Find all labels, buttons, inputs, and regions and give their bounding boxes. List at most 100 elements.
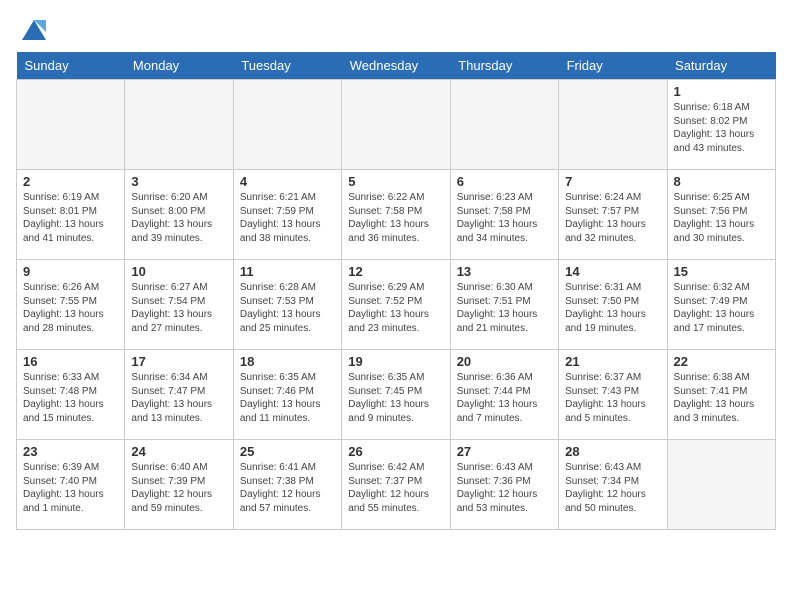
day-info: Sunrise: 6:28 AM Sunset: 7:53 PM Dayligh… xyxy=(240,281,335,335)
day-info: Sunrise: 6:39 AM Sunset: 7:40 PM Dayligh… xyxy=(23,461,118,515)
page-header xyxy=(16,16,776,44)
logo-icon xyxy=(18,16,50,44)
calendar-cell: 2 Sunrise: 6:19 AM Sunset: 8:01 PM Daylig… xyxy=(17,170,125,260)
day-number: 9 xyxy=(23,264,118,279)
day-info: Sunrise: 6:43 AM Sunset: 7:36 PM Dayligh… xyxy=(457,461,552,515)
calendar-cell: 18 Sunrise: 6:35 AM Sunset: 7:46 PM Dayli… xyxy=(233,350,341,440)
calendar-cell: 10Sunrise: 6:27 AM Sunset: 7:54 PM Dayli… xyxy=(125,260,233,350)
calendar-week-3: 9Sunrise: 6:26 AM Sunset: 7:55 PM Daylig… xyxy=(17,260,776,350)
calendar-cell: 6Sunrise: 6:23 AM Sunset: 7:58 PM Daylig… xyxy=(450,170,558,260)
day-info: Sunrise: 6:35 AM Sunset: 7:46 PM Dayligh… xyxy=(240,371,335,425)
day-info: Sunrise: 6:35 AM Sunset: 7:45 PM Dayligh… xyxy=(348,371,443,425)
day-info: Sunrise: 6:42 AM Sunset: 7:37 PM Dayligh… xyxy=(348,461,443,515)
day-number: 1 xyxy=(674,84,769,99)
calendar-cell: 19 Sunrise: 6:35 AM Sunset: 7:45 PM Dayli… xyxy=(342,350,450,440)
column-header-sunday: Sunday xyxy=(17,52,125,80)
calendar-week-4: 16 Sunrise: 6:33 AM Sunset: 7:48 PM Dayli… xyxy=(17,350,776,440)
calendar-cell: 7 Sunrise: 6:24 AM Sunset: 7:57 PM Daylig… xyxy=(559,170,667,260)
day-number: 4 xyxy=(240,174,335,189)
day-number: 2 xyxy=(23,174,118,189)
day-number: 24 xyxy=(131,444,226,459)
calendar-cell xyxy=(233,80,341,170)
calendar-cell: 3Sunrise: 6:20 AM Sunset: 8:00 PM Daylig… xyxy=(125,170,233,260)
day-info: Sunrise: 6:29 AM Sunset: 7:52 PM Dayligh… xyxy=(348,281,443,335)
day-number: 15 xyxy=(674,264,769,279)
day-number: 28 xyxy=(565,444,660,459)
calendar-cell: 28 Sunrise: 6:43 AM Sunset: 7:34 PM Dayli… xyxy=(559,440,667,530)
day-number: 18 xyxy=(240,354,335,369)
calendar-body: 1 Sunrise: 6:18 AM Sunset: 8:02 PM Daylig… xyxy=(17,80,776,530)
day-number: 20 xyxy=(457,354,552,369)
day-info: Sunrise: 6:31 AM Sunset: 7:50 PM Dayligh… xyxy=(565,281,660,335)
day-number: 5 xyxy=(348,174,443,189)
logo xyxy=(16,16,50,44)
calendar-cell xyxy=(17,80,125,170)
day-number: 7 xyxy=(565,174,660,189)
day-info: Sunrise: 6:40 AM Sunset: 7:39 PM Dayligh… xyxy=(131,461,226,515)
calendar-cell: 9Sunrise: 6:26 AM Sunset: 7:55 PM Daylig… xyxy=(17,260,125,350)
day-info: Sunrise: 6:23 AM Sunset: 7:58 PM Dayligh… xyxy=(457,191,552,245)
day-number: 27 xyxy=(457,444,552,459)
day-info: Sunrise: 6:27 AM Sunset: 7:54 PM Dayligh… xyxy=(131,281,226,335)
day-info: Sunrise: 6:18 AM Sunset: 8:02 PM Dayligh… xyxy=(674,101,769,155)
day-number: 8 xyxy=(674,174,769,189)
day-number: 17 xyxy=(131,354,226,369)
calendar-cell: 27 Sunrise: 6:43 AM Sunset: 7:36 PM Dayli… xyxy=(450,440,558,530)
calendar-cell: 1 Sunrise: 6:18 AM Sunset: 8:02 PM Daylig… xyxy=(667,80,775,170)
day-number: 11 xyxy=(240,264,335,279)
calendar-cell: 12Sunrise: 6:29 AM Sunset: 7:52 PM Dayli… xyxy=(342,260,450,350)
calendar-cell: 8 Sunrise: 6:25 AM Sunset: 7:56 PM Daylig… xyxy=(667,170,775,260)
day-info: Sunrise: 6:32 AM Sunset: 7:49 PM Dayligh… xyxy=(674,281,769,335)
column-header-monday: Monday xyxy=(125,52,233,80)
calendar-cell: 15 Sunrise: 6:32 AM Sunset: 7:49 PM Dayli… xyxy=(667,260,775,350)
day-number: 19 xyxy=(348,354,443,369)
column-header-wednesday: Wednesday xyxy=(342,52,450,80)
day-info: Sunrise: 6:37 AM Sunset: 7:43 PM Dayligh… xyxy=(565,371,660,425)
day-info: Sunrise: 6:33 AM Sunset: 7:48 PM Dayligh… xyxy=(23,371,118,425)
calendar-cell: 26 Sunrise: 6:42 AM Sunset: 7:37 PM Dayli… xyxy=(342,440,450,530)
day-info: Sunrise: 6:41 AM Sunset: 7:38 PM Dayligh… xyxy=(240,461,335,515)
day-number: 14 xyxy=(565,264,660,279)
day-number: 23 xyxy=(23,444,118,459)
calendar-cell: 24 Sunrise: 6:40 AM Sunset: 7:39 PM Dayli… xyxy=(125,440,233,530)
column-header-saturday: Saturday xyxy=(667,52,775,80)
day-info: Sunrise: 6:43 AM Sunset: 7:34 PM Dayligh… xyxy=(565,461,660,515)
day-info: Sunrise: 6:36 AM Sunset: 7:44 PM Dayligh… xyxy=(457,371,552,425)
day-number: 16 xyxy=(23,354,118,369)
day-info: Sunrise: 6:21 AM Sunset: 7:59 PM Dayligh… xyxy=(240,191,335,245)
calendar-cell: 14 Sunrise: 6:31 AM Sunset: 7:50 PM Dayli… xyxy=(559,260,667,350)
calendar-cell: 25 Sunrise: 6:41 AM Sunset: 7:38 PM Dayli… xyxy=(233,440,341,530)
calendar-header-row: SundayMondayTuesdayWednesdayThursdayFrid… xyxy=(17,52,776,80)
day-info: Sunrise: 6:20 AM Sunset: 8:00 PM Dayligh… xyxy=(131,191,226,245)
day-number: 26 xyxy=(348,444,443,459)
day-info: Sunrise: 6:34 AM Sunset: 7:47 PM Dayligh… xyxy=(131,371,226,425)
calendar-cell: 4 Sunrise: 6:21 AM Sunset: 7:59 PM Daylig… xyxy=(233,170,341,260)
calendar-week-5: 23 Sunrise: 6:39 AM Sunset: 7:40 PM Dayli… xyxy=(17,440,776,530)
calendar-table: SundayMondayTuesdayWednesdayThursdayFrid… xyxy=(16,52,776,530)
day-info: Sunrise: 6:24 AM Sunset: 7:57 PM Dayligh… xyxy=(565,191,660,245)
calendar-cell: 23 Sunrise: 6:39 AM Sunset: 7:40 PM Dayli… xyxy=(17,440,125,530)
day-number: 13 xyxy=(457,264,552,279)
calendar-cell: 22Sunrise: 6:38 AM Sunset: 7:41 PM Dayli… xyxy=(667,350,775,440)
column-header-thursday: Thursday xyxy=(450,52,558,80)
day-number: 21 xyxy=(565,354,660,369)
calendar-cell xyxy=(125,80,233,170)
day-info: Sunrise: 6:25 AM Sunset: 7:56 PM Dayligh… xyxy=(674,191,769,245)
day-number: 25 xyxy=(240,444,335,459)
column-header-friday: Friday xyxy=(559,52,667,80)
calendar-cell: 16 Sunrise: 6:33 AM Sunset: 7:48 PM Dayli… xyxy=(17,350,125,440)
calendar-week-1: 1 Sunrise: 6:18 AM Sunset: 8:02 PM Daylig… xyxy=(17,80,776,170)
calendar-cell: 20 Sunrise: 6:36 AM Sunset: 7:44 PM Dayli… xyxy=(450,350,558,440)
calendar-week-2: 2 Sunrise: 6:19 AM Sunset: 8:01 PM Daylig… xyxy=(17,170,776,260)
calendar-cell: 17 Sunrise: 6:34 AM Sunset: 7:47 PM Dayli… xyxy=(125,350,233,440)
calendar-cell: 13 Sunrise: 6:30 AM Sunset: 7:51 PM Dayli… xyxy=(450,260,558,350)
day-info: Sunrise: 6:30 AM Sunset: 7:51 PM Dayligh… xyxy=(457,281,552,335)
calendar-cell xyxy=(559,80,667,170)
calendar-cell xyxy=(667,440,775,530)
calendar-cell xyxy=(450,80,558,170)
day-number: 22 xyxy=(674,354,769,369)
column-header-tuesday: Tuesday xyxy=(233,52,341,80)
calendar-cell: 5Sunrise: 6:22 AM Sunset: 7:58 PM Daylig… xyxy=(342,170,450,260)
calendar-cell: 11 Sunrise: 6:28 AM Sunset: 7:53 PM Dayli… xyxy=(233,260,341,350)
day-info: Sunrise: 6:19 AM Sunset: 8:01 PM Dayligh… xyxy=(23,191,118,245)
